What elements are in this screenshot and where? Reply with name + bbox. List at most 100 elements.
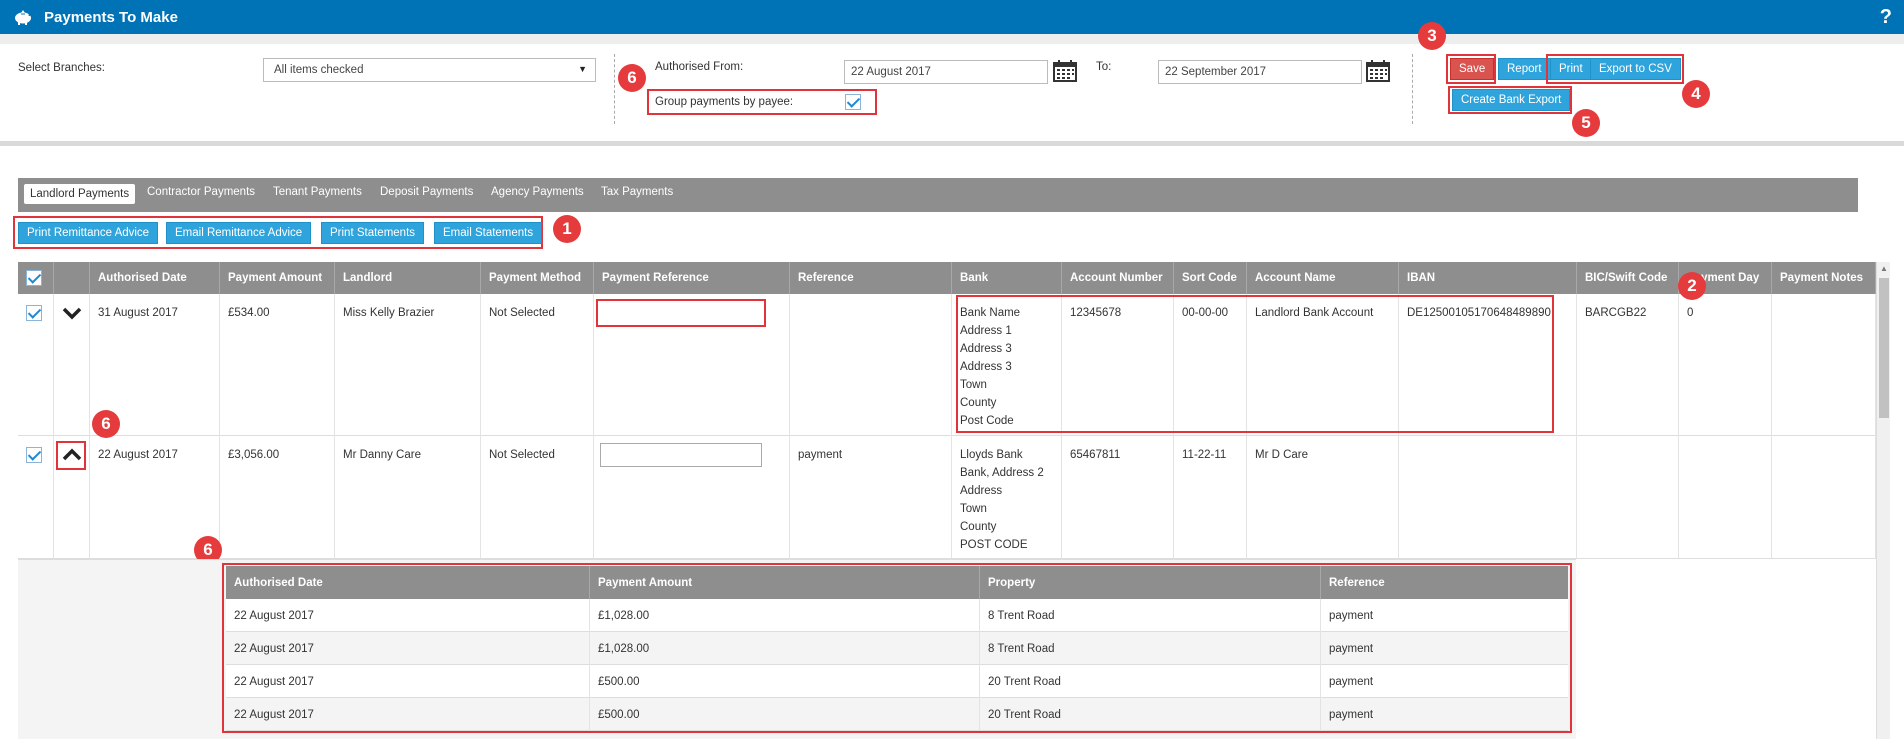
payment-reference-input[interactable] bbox=[600, 443, 762, 467]
bank-details: Lloyds Bank Bank, Address 2 Address Town… bbox=[952, 436, 1062, 559]
bank-line: Lloyds Bank bbox=[960, 449, 1023, 461]
piggy-bank-icon bbox=[15, 10, 31, 25]
column-header[interactable]: Bank bbox=[952, 262, 1062, 294]
branches-select[interactable]: All items checked ▼ bbox=[263, 58, 596, 82]
expand-cell bbox=[54, 294, 90, 436]
branches-value: All items checked bbox=[274, 64, 364, 76]
row-select-cell bbox=[18, 436, 54, 559]
annotation-badge: 5 bbox=[1572, 109, 1600, 137]
page-title: Payments To Make bbox=[44, 8, 178, 26]
annotation-badge: 6 bbox=[92, 410, 120, 438]
column-header[interactable]: Landlord bbox=[335, 262, 481, 294]
print-statements-button[interactable]: Print Statements bbox=[321, 222, 425, 244]
to-label: To: bbox=[1096, 61, 1112, 73]
annotation-badge: 2 bbox=[1678, 272, 1706, 300]
bank-line: Address bbox=[960, 485, 1003, 497]
expand-cell bbox=[54, 436, 90, 559]
column-header[interactable]: Payment Method bbox=[481, 262, 594, 294]
payment-method: Not Selected bbox=[481, 436, 594, 559]
bic-swift-code bbox=[1577, 436, 1679, 559]
calendar-icon[interactable] bbox=[1366, 60, 1390, 82]
reference: payment bbox=[790, 436, 952, 559]
payment-reference-cell bbox=[594, 294, 790, 436]
expand-column-header bbox=[54, 262, 90, 294]
filters-top-border bbox=[0, 34, 1904, 44]
reference bbox=[790, 294, 952, 436]
tab-deposit-payments[interactable]: Deposit Payments bbox=[380, 186, 473, 198]
bank-line: Town bbox=[960, 503, 987, 515]
bank-details-highlight bbox=[956, 295, 1554, 433]
scrollbar-thumb[interactable] bbox=[1879, 278, 1889, 418]
payment-day bbox=[1679, 436, 1772, 559]
payment-day: 0 bbox=[1679, 294, 1772, 436]
authorised-from-label: Authorised From: bbox=[655, 61, 744, 73]
question-icon[interactable]: ? bbox=[1880, 6, 1892, 29]
account-number: 65467811 bbox=[1062, 436, 1174, 559]
annotation-badge: 1 bbox=[553, 215, 581, 243]
grid-scrollbar[interactable]: ▲ bbox=[1876, 262, 1890, 739]
table-row[interactable]: 31 August 2017 £534.00 Miss Kelly Brazie… bbox=[18, 294, 1878, 436]
grouped-payments-highlight bbox=[222, 563, 1572, 733]
row-checkbox[interactable] bbox=[26, 304, 42, 321]
payment-amount: £3,056.00 bbox=[220, 436, 335, 559]
column-header[interactable]: BIC/Swift Code bbox=[1577, 262, 1679, 294]
print-button[interactable]: Print bbox=[1550, 58, 1592, 80]
column-header[interactable]: Payment Notes bbox=[1772, 262, 1876, 294]
select-all-checkbox[interactable] bbox=[26, 270, 42, 286]
column-header[interactable]: IBAN bbox=[1399, 262, 1577, 294]
landlord-name: Miss Kelly Brazier bbox=[335, 294, 481, 436]
tab-agency-payments[interactable]: Agency Payments bbox=[491, 186, 584, 198]
annotation-badge: 4 bbox=[1682, 80, 1710, 108]
iban bbox=[1399, 436, 1577, 559]
tab-contractor-payments[interactable]: Contractor Payments bbox=[147, 186, 255, 198]
to-date-input[interactable]: 22 September 2017 bbox=[1158, 60, 1362, 84]
bank-line: POST CODE bbox=[960, 539, 1028, 551]
email-remittance-advice-button[interactable]: Email Remittance Advice bbox=[166, 222, 312, 244]
column-header[interactable]: Payment Reference bbox=[594, 262, 790, 294]
chevron-down-icon: ▼ bbox=[578, 64, 587, 74]
tab-tax-payments[interactable]: Tax Payments bbox=[601, 186, 673, 198]
column-header[interactable]: Account Name bbox=[1247, 262, 1399, 294]
column-header[interactable]: Sort Code bbox=[1174, 262, 1247, 294]
account-name: Mr D Care bbox=[1247, 436, 1399, 559]
chevron-down-icon[interactable] bbox=[61, 302, 83, 324]
bank-line: County bbox=[960, 521, 997, 533]
select-all-cell bbox=[18, 262, 54, 294]
payment-tabs: Landlord Payments Contractor Payments Te… bbox=[18, 178, 1858, 212]
scroll-up-icon[interactable]: ▲ bbox=[1880, 264, 1888, 273]
branches-label: Select Branches: bbox=[18, 62, 105, 74]
column-header[interactable]: Payment Amount bbox=[220, 262, 335, 294]
bic-swift-code: BARCGB22 bbox=[1577, 294, 1679, 436]
create-bank-export-button[interactable]: Create Bank Export bbox=[1452, 89, 1571, 111]
group-by-payee-checkbox[interactable] bbox=[845, 94, 861, 110]
table-row[interactable]: 22 August 2017 £3,056.00 Mr Danny Care N… bbox=[18, 436, 1878, 559]
landlord-name: Mr Danny Care bbox=[335, 436, 481, 559]
email-statements-button[interactable]: Email Statements bbox=[434, 222, 543, 244]
payment-method: Not Selected bbox=[481, 294, 594, 436]
group-by-payee-label: Group payments by payee: bbox=[655, 96, 794, 108]
print-remittance-advice-button[interactable]: Print Remittance Advice bbox=[18, 222, 159, 244]
divider bbox=[1412, 54, 1413, 124]
sort-code: 11-22-11 bbox=[1174, 436, 1247, 559]
payment-amount: £534.00 bbox=[220, 294, 335, 436]
grid-header: Authorised Date Payment Amount Landlord … bbox=[18, 262, 1878, 294]
calendar-icon[interactable] bbox=[1053, 60, 1077, 82]
column-header[interactable]: Authorised Date bbox=[90, 262, 220, 294]
payment-reference-input[interactable] bbox=[600, 301, 762, 325]
annotation-badge: 6 bbox=[618, 64, 646, 92]
payment-notes bbox=[1772, 294, 1876, 436]
save-button[interactable]: Save bbox=[1450, 58, 1495, 80]
report-button[interactable]: Report bbox=[1498, 58, 1551, 80]
column-header[interactable]: Account Number bbox=[1062, 262, 1174, 294]
authorised-from-input[interactable]: 22 August 2017 bbox=[844, 60, 1048, 84]
row-checkbox[interactable] bbox=[26, 446, 42, 463]
row-select-cell bbox=[18, 294, 54, 436]
tab-landlord-payments[interactable]: Landlord Payments bbox=[24, 184, 136, 204]
column-header[interactable]: Reference bbox=[790, 262, 952, 294]
tab-tenant-payments[interactable]: Tenant Payments bbox=[273, 186, 362, 198]
payment-notes bbox=[1772, 436, 1876, 559]
export-csv-button[interactable]: Export to CSV bbox=[1590, 58, 1681, 80]
chevron-up-icon[interactable] bbox=[61, 444, 83, 466]
payment-reference-cell bbox=[594, 436, 790, 559]
title-bar: Payments To Make ? bbox=[0, 0, 1904, 34]
